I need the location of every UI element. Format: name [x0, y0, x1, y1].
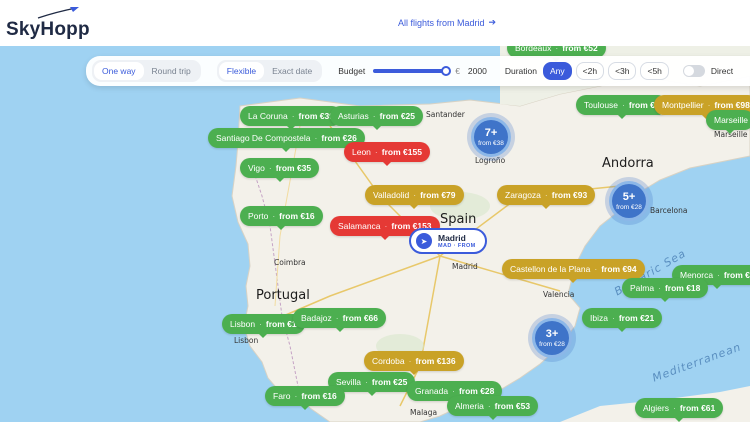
duration-label: Duration: [504, 66, 537, 76]
origin-text: Madrid MAD · FROM: [438, 233, 476, 249]
duration-under-3h[interactable]: <3h: [608, 62, 637, 80]
direct-toggle[interactable]: [682, 65, 705, 77]
city-label-logrono: Logroño: [475, 156, 506, 165]
duration-under-5h[interactable]: <5h: [640, 62, 669, 80]
trip-type-toggle: One way Round trip: [92, 60, 201, 82]
plane-icon: ➤: [416, 233, 432, 249]
destination-pin[interactable]: Cordoba · from €136: [364, 351, 464, 375]
trip-type-round-trip[interactable]: Round trip: [144, 62, 199, 80]
destination-pin[interactable]: Faro · from €16: [265, 386, 345, 410]
all-flights-link[interactable]: All flights from Madrid ➔: [398, 17, 496, 28]
city-label-valencia: Valencia: [543, 290, 575, 299]
direct-label: Direct: [710, 66, 734, 76]
destination-pin[interactable]: Porto · from €16: [240, 206, 323, 230]
duration-options: Any <2h <3h <5h: [542, 62, 669, 80]
destination-pin[interactable]: Algiers · from €61: [635, 398, 724, 422]
destination-pin[interactable]: Almeria · from €53: [447, 396, 539, 420]
city-label-coimbra: Coimbra: [274, 258, 306, 267]
logo[interactable]: SkyHopp: [6, 7, 90, 40]
origin-name: Madrid: [438, 233, 466, 243]
destination-pin[interactable]: Santiago De Compostela · from €26: [208, 128, 365, 152]
plane-logo-icon: [37, 7, 79, 19]
destination-pin[interactable]: Castellon de la Plana · from €94: [502, 259, 645, 283]
destination-pin[interactable]: Palma · from €18: [622, 278, 709, 302]
date-mode-flexible[interactable]: Flexible: [218, 62, 265, 80]
arrow-right-icon: ➔: [488, 17, 497, 27]
country-label-spain: Spain: [440, 212, 477, 227]
country-label-portugal: Portugal: [256, 288, 310, 303]
origin-code: MAD · FROM: [438, 243, 476, 249]
city-label-madrid: Madrid: [452, 262, 478, 271]
filter-bar: One way Round trip Flexible Exact date B…: [86, 56, 750, 86]
city-label-barcelona: Barcelona: [650, 206, 688, 215]
destination-pin[interactable]: Zaragoza · from €93: [497, 185, 596, 209]
destination-pin[interactable]: Marseille: [706, 110, 750, 134]
destination-pin[interactable]: Vigo · from €35: [240, 158, 320, 182]
budget-currency: €: [455, 66, 460, 76]
all-flights-label: All flights from Madrid: [398, 17, 485, 28]
city-label-malaga: Malaga: [410, 408, 438, 417]
duration-under-2h[interactable]: <2h: [575, 62, 605, 80]
budget-input[interactable]: € 2000: [455, 66, 487, 76]
duration-any[interactable]: Any: [542, 62, 572, 80]
date-mode-exact[interactable]: Exact date: [264, 62, 320, 80]
destination-pin[interactable]: Valladolid · from €79: [365, 185, 464, 209]
budget-slider-handle[interactable]: [441, 66, 452, 76]
destination-pin[interactable]: La Coruna · from €39: [240, 106, 342, 130]
country-label-andorra: Andorra: [602, 156, 654, 171]
destination-pin[interactable]: Ibiza · from €21: [582, 308, 663, 332]
logo-text: SkyHopp: [6, 19, 90, 40]
origin-marker[interactable]: ➤ Madrid MAD · FROM: [409, 228, 487, 254]
city-label-lisbon: Lisbon: [234, 336, 259, 345]
budget-value: 2000: [467, 66, 487, 76]
destination-cluster[interactable]: 7+ from €38: [471, 117, 511, 157]
destination-pin[interactable]: Badajoz · from €66: [293, 308, 386, 332]
date-mode-toggle: Flexible Exact date: [216, 60, 323, 82]
city-label-santander: Santander: [426, 110, 465, 119]
destination-cluster[interactable]: 3+ from €28: [532, 318, 572, 358]
trip-type-one-way[interactable]: One way: [94, 62, 144, 80]
budget-slider[interactable]: [373, 66, 452, 76]
header: SkyHopp All flights from Madrid ➔: [0, 0, 750, 46]
budget-label: Budget: [338, 66, 366, 76]
direct-toggle-knob: [683, 66, 694, 76]
destination-pin[interactable]: Leon · from €155: [344, 142, 430, 166]
destination-pin[interactable]: Asturias · from €25: [330, 106, 423, 130]
destination-cluster[interactable]: 5+ from €28: [609, 181, 649, 221]
